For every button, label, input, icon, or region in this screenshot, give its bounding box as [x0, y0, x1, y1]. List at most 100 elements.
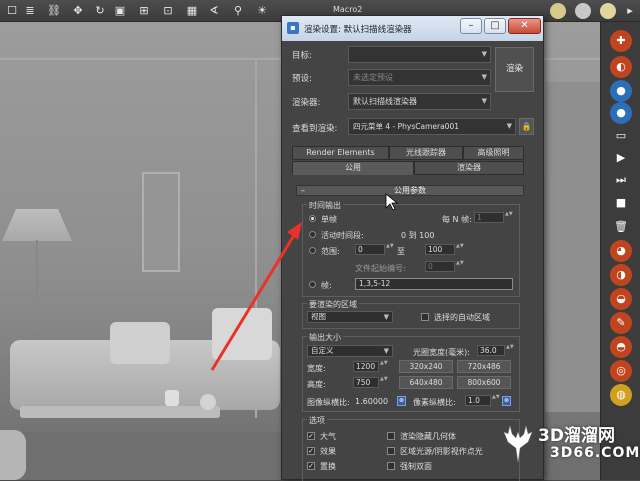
dialog-titlebar[interactable]: ▪ 渲染设置: 默认扫描线渲染器 – □ ✕	[282, 16, 543, 41]
lock-aspect-icon[interactable]: ⊗	[397, 396, 406, 406]
target-select[interactable]: ▼	[348, 46, 491, 63]
tab-render-elements[interactable]: Render Elements	[292, 146, 389, 160]
material-icon[interactable]	[600, 3, 616, 19]
atmospherics-checkbox[interactable]: ✓	[307, 432, 315, 440]
floor-lamp-pole	[36, 240, 38, 330]
group-title: 输出大小	[307, 332, 343, 343]
spinner-icon[interactable]: ▲▼	[506, 345, 514, 356]
tab-advanced-lighting[interactable]: 高级照明	[463, 146, 524, 160]
spinner-icon[interactable]: ▲▼	[386, 244, 394, 255]
preset-select[interactable]: 未选定预设 ▼	[348, 69, 491, 86]
single-frame-label: 单帧	[321, 215, 337, 224]
area-lights-checkbox[interactable]	[387, 447, 395, 455]
range-from-input[interactable]: 0	[355, 244, 385, 255]
spinner-icon[interactable]: ▲▼	[380, 377, 388, 388]
pixel-aspect-input[interactable]: 1.0	[465, 395, 491, 406]
move-icon[interactable]: ✥	[70, 3, 86, 19]
preset-640x480-button[interactable]: 640x480	[399, 376, 453, 389]
watermark-sub: 3D66.COM	[550, 445, 640, 461]
render-area-select[interactable]: 视图 ▼	[307, 311, 393, 323]
tab-renderer[interactable]: 渲染器	[414, 161, 524, 175]
spinner-icon[interactable]: ▲▼	[456, 261, 464, 272]
lock-icon[interactable]: 🔒	[519, 118, 534, 135]
light-icon[interactable]: ☀	[254, 3, 270, 19]
width-input[interactable]: 1200	[353, 361, 379, 372]
maximize-button[interactable]: □	[484, 18, 506, 34]
step-icon[interactable]: ⏭	[610, 169, 632, 191]
minimize-button[interactable]: –	[460, 18, 482, 34]
teapot-icon[interactable]: ⚲	[230, 3, 246, 19]
effects-checkbox[interactable]: ✓	[307, 447, 315, 455]
aperture-input[interactable]: 36.0	[477, 345, 505, 356]
motion-icon[interactable]: ●	[610, 102, 632, 124]
scale-icon[interactable]: ▣	[112, 3, 128, 19]
link-icon[interactable]: ⛓	[46, 3, 62, 19]
tool-icon[interactable]: ◕	[610, 240, 632, 262]
select-by-name-icon[interactable]: ≣	[22, 3, 38, 19]
option-label: 区域光源/阴影视作点光	[400, 447, 483, 456]
output-preset-select[interactable]: 自定义 ▼	[307, 345, 393, 357]
tab-common[interactable]: 公用	[292, 161, 414, 175]
tool-icon[interactable]: ◒	[610, 288, 632, 310]
lock-pixel-aspect-icon[interactable]: ⊗	[502, 396, 511, 406]
trash-icon[interactable]: 🗑	[610, 216, 632, 238]
option-label: 效果	[320, 447, 336, 456]
common-parameters-rollout[interactable]: – 公用参数	[296, 185, 524, 196]
range-label: 范围:	[321, 247, 340, 256]
vase	[165, 390, 179, 406]
file-start-input[interactable]: 0	[425, 261, 455, 272]
render-hidden-checkbox[interactable]	[387, 432, 395, 440]
tool-icon[interactable]: ◑	[610, 264, 632, 286]
close-button[interactable]: ✕	[508, 18, 541, 34]
macro-label[interactable]: Macro2	[333, 5, 362, 14]
displacement-checkbox[interactable]: ✓	[307, 462, 315, 470]
more-icon[interactable]: ▸	[622, 3, 638, 19]
every-n-input[interactable]: 1	[474, 212, 504, 223]
range-radio[interactable]	[309, 247, 316, 254]
single-frame-radio[interactable]	[309, 215, 316, 222]
select-icon[interactable]: ☐	[4, 3, 20, 19]
modify-icon[interactable]: ◐	[610, 56, 632, 78]
height-input[interactable]: 750	[353, 377, 379, 388]
render-button[interactable]: 渲染	[495, 47, 534, 92]
render-teapot-icon[interactable]	[550, 3, 566, 19]
frames-input[interactable]: 1,3,5-12	[355, 278, 513, 290]
spinner-icon[interactable]: ▲▼	[492, 395, 500, 406]
spinner-icon[interactable]: ▲▼	[505, 212, 513, 223]
curtain	[545, 82, 600, 412]
group-title: 选项	[307, 415, 327, 426]
view-select[interactable]: 四元菜单 4 - PhysCamera001 ▼	[348, 118, 516, 135]
stop-icon[interactable]: ■	[610, 192, 632, 214]
pivot-icon[interactable]: ⊡	[160, 3, 176, 19]
tool-icon[interactable]: ◎	[610, 360, 632, 382]
preset-320x240-button[interactable]: 320x240	[399, 360, 453, 373]
play-icon[interactable]: ▶	[610, 147, 632, 169]
tool-icon[interactable]: ◓	[610, 336, 632, 358]
create-icon[interactable]: ✚	[610, 30, 632, 52]
preset-720x486-button[interactable]: 720x486	[457, 360, 511, 373]
chevron-down-icon: ▼	[481, 73, 487, 81]
chevron-down-icon: ▼	[383, 347, 389, 355]
preset-800x600-button[interactable]: 800x600	[457, 376, 511, 389]
auto-region-checkbox[interactable]	[421, 313, 429, 321]
range-to-input[interactable]: 100	[425, 244, 455, 255]
tool-icon[interactable]: ◍	[610, 384, 632, 406]
spinner-icon[interactable]: ▲▼	[380, 361, 388, 372]
sphere-icon[interactable]	[575, 3, 591, 19]
frames-radio[interactable]	[309, 281, 316, 288]
renderer-select[interactable]: 默认扫描线渲染器 ▼	[348, 93, 491, 110]
active-segment-radio[interactable]	[309, 231, 316, 238]
tab-raytracer[interactable]: 光线跟踪器	[389, 146, 463, 160]
deer-logo-icon	[503, 425, 533, 463]
angle-snap-icon[interactable]: ∢	[206, 3, 222, 19]
frames-label: 帧:	[321, 281, 332, 290]
spinner-icon[interactable]: ▲▼	[456, 244, 464, 255]
reference-coord-icon[interactable]: ⊞	[136, 3, 152, 19]
display-icon[interactable]: ▭	[610, 125, 632, 147]
force-2sided-checkbox[interactable]	[387, 462, 395, 470]
tool-icon[interactable]: ✎	[610, 312, 632, 334]
snap-icon[interactable]: ▦	[184, 3, 200, 19]
rotate-icon[interactable]: ↻	[92, 3, 108, 19]
preset-label: 预设:	[292, 74, 312, 84]
hierarchy-icon[interactable]: ●	[610, 80, 632, 102]
